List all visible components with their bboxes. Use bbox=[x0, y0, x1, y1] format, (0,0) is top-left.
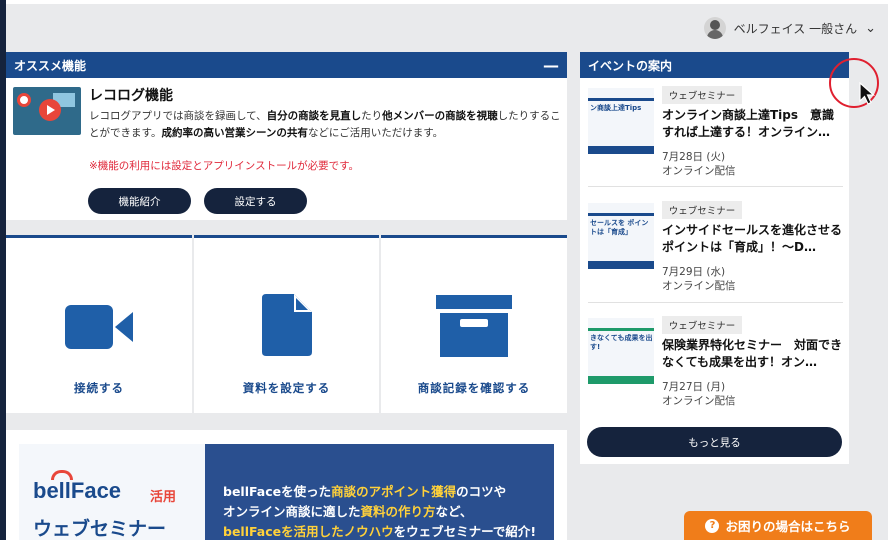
top-strip bbox=[0, 0, 888, 4]
banner-logo: bellFace bbox=[33, 478, 122, 503]
event-place: オンライン配信 bbox=[662, 280, 736, 292]
play-icon bbox=[39, 99, 61, 121]
event-item[interactable]: ン商談上達Tips ウェブセミナー オンライン商談上達Tips 意識すれば上達す… bbox=[580, 82, 849, 194]
event-thumbnail: セールスを ポイントは「育成」 bbox=[588, 203, 654, 269]
recommended-panel-header: オススメ機能 — bbox=[6, 52, 567, 78]
help-button-label: お困りの場合はこちら bbox=[725, 519, 851, 534]
mouse-cursor-icon bbox=[859, 82, 875, 105]
collapse-icon[interactable]: — bbox=[543, 56, 559, 75]
help-button[interactable]: ? お困りの場合はこちら bbox=[684, 511, 872, 540]
event-divider bbox=[588, 186, 843, 187]
tile-check-records[interactable]: 商談記録を確認する bbox=[381, 235, 567, 413]
event-place: オンライン配信 bbox=[662, 395, 736, 407]
webinar-banner[interactable]: bellFace 活用 ウェブセミナー bellFaceを使った商談のアポイント… bbox=[19, 444, 554, 540]
tile-check-records-label: 商談記録を確認する bbox=[417, 381, 531, 395]
event-tag: ウェブセミナー bbox=[662, 86, 742, 104]
tile-set-documents-label: 資料を設定する bbox=[242, 381, 331, 395]
event-divider bbox=[588, 302, 843, 303]
events-panel: イベントの案内 ン商談上達Tips ウェブセミナー オンライン商談上達Tips … bbox=[580, 52, 849, 464]
tile-connect-label: 接続する bbox=[74, 381, 124, 395]
help-question-icon: ? bbox=[705, 518, 720, 533]
event-place: オンライン配信 bbox=[662, 165, 736, 177]
tile-set-documents[interactable]: 資料を設定する bbox=[194, 235, 379, 413]
video-camera-icon bbox=[65, 305, 133, 349]
banner-logo-area: bellFace 活用 ウェブセミナー bbox=[19, 444, 205, 540]
avatar bbox=[703, 17, 726, 39]
event-thumbnail: きなくても成果を出す! bbox=[588, 318, 654, 384]
tile-connect[interactable]: 接続する bbox=[6, 235, 192, 413]
event-title[interactable]: インサイドセールスを進化させるポイントは「育成」！〜D… bbox=[662, 222, 844, 256]
event-title[interactable]: オンライン商談上達Tips 意識すれば上達する！オンライン… bbox=[662, 107, 844, 141]
event-title[interactable]: 保険業界特化セミナー 対面できなくても成果を出す！オン… bbox=[662, 337, 844, 371]
event-thumbnail: ン商談上達Tips bbox=[588, 88, 654, 154]
chevron-down-icon[interactable]: ⌄ bbox=[865, 21, 876, 36]
event-date: 7月28日 (火) bbox=[662, 151, 726, 163]
banner-logo-accent: 活用 bbox=[150, 490, 177, 505]
recommended-features-panel: オススメ機能 — レコログ機能 レコログアプリでは商談を録画して、自分の商談を見… bbox=[6, 52, 567, 220]
event-item[interactable]: セールスを ポイントは「育成」 ウェブセミナー インサイドセールスを進化させるポ… bbox=[580, 197, 849, 309]
archive-box-icon bbox=[436, 295, 512, 357]
banner-subtitle: ウェブセミナー bbox=[33, 518, 167, 540]
user-name: ベルフェイス 一般さん bbox=[733, 21, 858, 36]
feature-description: レコログアプリでは商談を録画して、自分の商談を見直したり他メンバーの商談を視聴し… bbox=[89, 110, 561, 139]
banner-copy: bellFaceを使った商談のアポイント獲得のコツや オンライン商談に適した資料… bbox=[205, 444, 554, 540]
event-tag: ウェブセミナー bbox=[662, 316, 742, 334]
recommended-panel-title: オススメ機能 bbox=[14, 58, 87, 73]
feature-title: レコログ機能 bbox=[89, 88, 173, 104]
events-panel-title: イベントの案内 bbox=[588, 58, 673, 73]
feature-note: ※機能の利用には設定とアプリインストールが必要です。 bbox=[89, 160, 360, 172]
feature-intro-button[interactable]: 機能紹介 bbox=[88, 188, 191, 214]
event-date: 7月27日 (月) bbox=[662, 381, 726, 393]
banner-container: bellFace 活用 ウェブセミナー bellFaceを使った商談のアポイント… bbox=[6, 430, 567, 540]
event-item[interactable]: きなくても成果を出す! ウェブセミナー 保険業界特化セミナー 対面できなくても成… bbox=[580, 312, 849, 424]
event-tag: ウェブセミナー bbox=[662, 201, 742, 219]
more-events-button[interactable]: もっと見る bbox=[587, 427, 842, 457]
document-icon bbox=[261, 294, 312, 356]
user-menu[interactable]: ベルフェイス 一般さん ⌄ bbox=[703, 15, 876, 41]
feature-setup-button[interactable]: 設定する bbox=[204, 188, 307, 214]
recolog-thumbnail bbox=[13, 87, 81, 135]
events-panel-header: イベントの案内 bbox=[580, 52, 849, 78]
event-date: 7月29日 (水) bbox=[662, 266, 726, 278]
